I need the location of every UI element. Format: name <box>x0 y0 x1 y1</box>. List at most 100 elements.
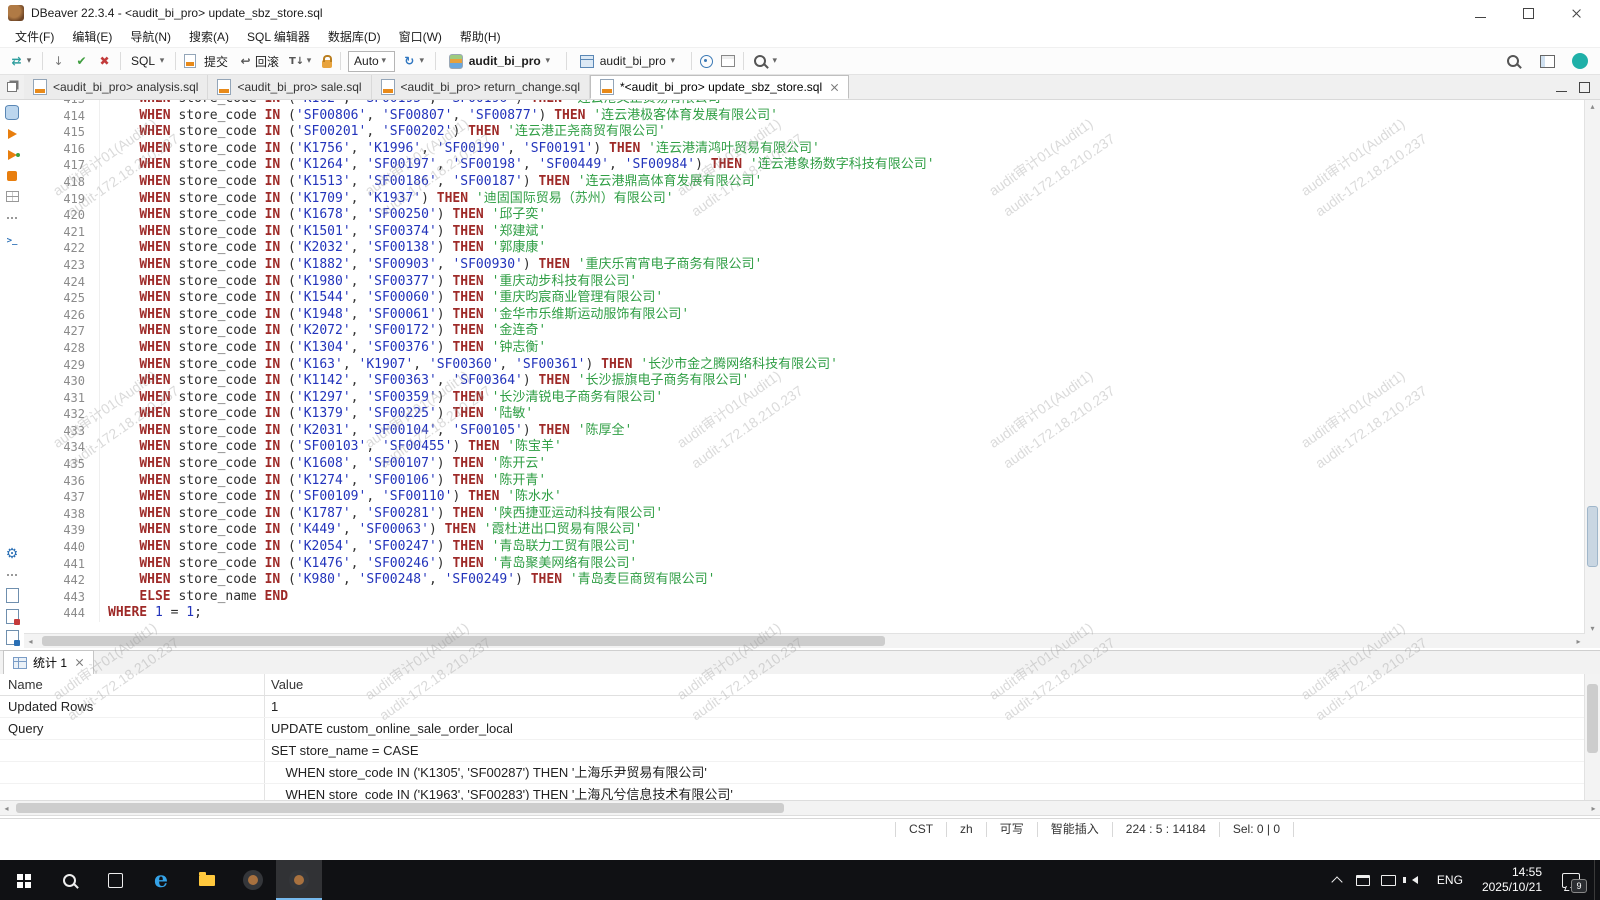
code-line[interactable]: 437 WHEN store_code IN ('SF00109', 'SF00… <box>24 489 1585 506</box>
execute-statement-button[interactable] <box>0 123 24 144</box>
close-button[interactable] <box>1552 0 1600 26</box>
projects-button[interactable] <box>718 53 738 69</box>
grid-view-button[interactable] <box>0 186 24 207</box>
scroll-up-icon[interactable] <box>1585 100 1600 112</box>
export-result-button[interactable] <box>0 585 24 606</box>
menu-item[interactable]: 导航(N) <box>121 28 180 45</box>
tray-display-button[interactable] <box>1376 860 1402 900</box>
scroll-left-icon[interactable] <box>0 801 13 815</box>
edge-button[interactable] <box>138 860 184 900</box>
statusbar-item[interactable]: zh <box>946 822 986 837</box>
code-line[interactable]: 430 WHEN store_code IN ('K1142', 'SF0036… <box>24 373 1585 390</box>
code-line[interactable]: 441 WHEN store_code IN ('K1476', 'SF0024… <box>24 556 1585 573</box>
chart-button[interactable] <box>0 627 24 648</box>
tray-device-button[interactable] <box>1350 860 1376 900</box>
menu-item[interactable]: SQL 编辑器 <box>238 28 319 45</box>
community-button[interactable] <box>1569 51 1591 71</box>
maximize-view-icon[interactable] <box>1579 82 1590 93</box>
code-line[interactable]: 444WHERE 1 = 1; <box>24 605 1585 622</box>
grid-row[interactable]: WHEN store_code IN ('K1305', 'SF00287') … <box>0 762 1585 784</box>
quick-search-button[interactable] <box>1502 51 1526 71</box>
minimize-button[interactable] <box>1456 0 1504 26</box>
grid-row[interactable]: QueryUPDATE custom_online_sale_order_loc… <box>0 718 1585 740</box>
database-navigator-button[interactable] <box>0 102 24 123</box>
rollback-mode-button[interactable] <box>94 51 115 71</box>
statusbar-item[interactable]: 可写 <box>986 822 1037 837</box>
statusbar-item[interactable]: CST <box>895 822 946 837</box>
taskbar-clock[interactable]: 14:55 2025/10/21 <box>1472 865 1552 895</box>
scroll-down-icon[interactable] <box>1585 622 1600 634</box>
schema-select[interactable]: audit_bi_pro <box>574 51 684 72</box>
transaction-log-button[interactable] <box>286 51 317 71</box>
code-line[interactable]: 435 WHEN store_code IN ('K1608', 'SF0010… <box>24 456 1585 473</box>
code-line[interactable]: 424 WHEN store_code IN ('K1980', 'SF0037… <box>24 274 1585 291</box>
code-line[interactable]: 439 WHEN store_code IN ('K449', 'SF00063… <box>24 522 1585 539</box>
code-line[interactable]: 428 WHEN store_code IN ('K1304', 'SF0037… <box>24 340 1585 357</box>
grid-row[interactable]: SET store_name = CASE <box>0 740 1585 762</box>
sql-editor[interactable]: 413 WHEN store_code IN ('K162', 'SF00195… <box>24 100 1600 648</box>
vertical-scroll-thumb[interactable] <box>1587 506 1598 567</box>
code-line[interactable]: 427 WHEN store_code IN ('K2072', 'SF0017… <box>24 323 1585 340</box>
commit-mode-button[interactable] <box>71 51 92 71</box>
commit-button[interactable]: 提交 <box>181 51 233 72</box>
code-line[interactable]: 440 WHEN store_code IN ('K2054', 'SF0024… <box>24 539 1585 556</box>
statusbar-item[interactable]: 224 : 5 : 14184 <box>1112 822 1219 837</box>
scroll-right-icon[interactable] <box>1572 634 1585 648</box>
code-line[interactable]: 415 WHEN store_code IN ('SF00201', 'SF00… <box>24 124 1585 141</box>
lock-button[interactable] <box>319 53 335 70</box>
autocommit-select[interactable]: Auto <box>348 51 395 72</box>
editor-vertical-scrollbar[interactable] <box>1584 100 1600 634</box>
rollback-button[interactable]: 回滚 <box>235 51 284 72</box>
code-line[interactable]: 414 WHEN store_code IN ('SF00806', 'SF00… <box>24 108 1585 125</box>
taskbar-search-button[interactable] <box>46 860 92 900</box>
code-line[interactable]: 422 WHEN store_code IN ('K2032', 'SF0013… <box>24 240 1585 257</box>
menu-item[interactable]: 文件(F) <box>6 28 63 45</box>
code-line[interactable]: 442 WHEN store_code IN ('K980', 'SF00248… <box>24 572 1585 589</box>
menu-item[interactable]: 编辑(E) <box>63 28 121 45</box>
editor-tab[interactable]: <audit_bi_pro> sale.sql <box>208 75 371 99</box>
code-line[interactable]: 420 WHEN store_code IN ('K1678', 'SF0025… <box>24 207 1585 224</box>
file-explorer-button[interactable] <box>184 860 230 900</box>
code-viewport[interactable]: 413 WHEN store_code IN ('K162', 'SF00195… <box>24 100 1585 634</box>
action-center-button[interactable]: 9 <box>1552 860 1590 900</box>
report-button[interactable] <box>0 606 24 627</box>
grid-row[interactable]: Updated Rows1 <box>0 696 1585 718</box>
code-line[interactable]: 432 WHEN store_code IN ('K1379', 'SF0022… <box>24 406 1585 423</box>
menu-item[interactable]: 搜索(A) <box>180 28 238 45</box>
execute-script-button[interactable] <box>0 144 24 165</box>
sql-menu-button[interactable]: SQL <box>126 51 170 71</box>
open-console-button[interactable] <box>0 228 24 249</box>
menu-item[interactable]: 窗口(W) <box>390 28 451 45</box>
start-button[interactable] <box>0 860 46 900</box>
tray-volume-button[interactable] <box>1402 860 1428 900</box>
close-tab-icon[interactable] <box>75 658 84 667</box>
panel-vertical-scrollbar[interactable] <box>1584 674 1600 800</box>
statusbar-item[interactable]: 智能插入 <box>1037 822 1112 837</box>
panel-scroll-thumb[interactable] <box>16 803 784 813</box>
language-indicator[interactable]: ENG <box>1428 873 1472 887</box>
code-line[interactable]: 413 WHEN store_code IN ('K162', 'SF00195… <box>24 100 1585 108</box>
settings-button[interactable] <box>0 543 24 564</box>
refresh-button[interactable] <box>399 51 430 71</box>
code-line[interactable]: 429 WHEN store_code IN ('K163', 'K1907',… <box>24 357 1585 374</box>
editor-horizontal-scrollbar[interactable] <box>24 633 1585 648</box>
code-line[interactable]: 425 WHEN store_code IN ('K1544', 'SF0006… <box>24 290 1585 307</box>
rail-more-bottom[interactable] <box>0 564 24 585</box>
code-line[interactable]: 433 WHEN store_code IN ('K2031', 'SF0010… <box>24 423 1585 440</box>
code-line[interactable]: 418 WHEN store_code IN ('K1513', 'SF0018… <box>24 174 1585 191</box>
column-header-name[interactable]: Name <box>0 674 265 695</box>
code-line[interactable]: 419 WHEN store_code IN ('K1709', 'K1937'… <box>24 191 1585 208</box>
code-line[interactable]: 431 WHEN store_code IN ('K1297', 'SF0035… <box>24 390 1585 407</box>
panel-horizontal-scrollbar[interactable] <box>0 800 1600 816</box>
tray-expand-button[interactable] <box>1324 860 1350 900</box>
navigator-button[interactable] <box>697 53 716 70</box>
close-tab-icon[interactable] <box>830 83 839 92</box>
search-menu-button[interactable] <box>749 51 783 71</box>
editor-tab[interactable]: <audit_bi_pro> analysis.sql <box>24 75 208 99</box>
scroll-right-icon[interactable] <box>1587 801 1600 815</box>
code-line[interactable]: 426 WHEN store_code IN ('K1948', 'SF0006… <box>24 307 1585 324</box>
editor-tab[interactable]: *<audit_bi_pro> update_sbz_store.sql <box>590 75 849 99</box>
menu-item[interactable]: 数据库(D) <box>319 28 390 45</box>
transaction-mode-button[interactable] <box>6 51 37 71</box>
app-button-1[interactable] <box>230 860 276 900</box>
